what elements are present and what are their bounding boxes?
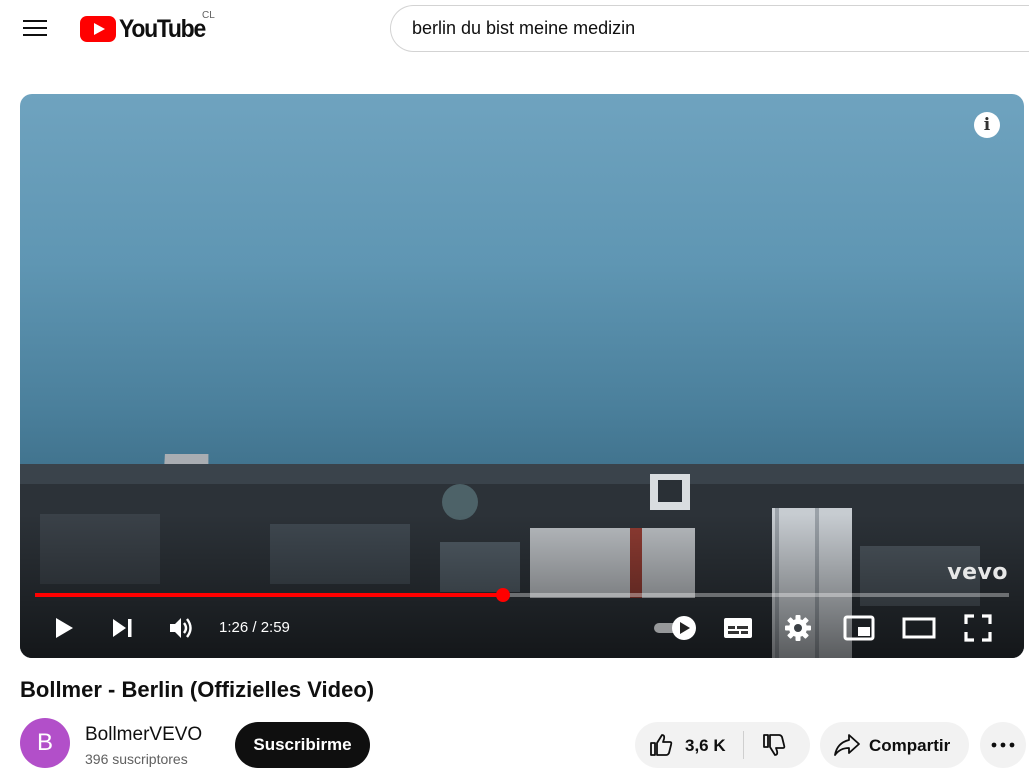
play-icon[interactable] xyxy=(52,616,76,640)
country-code: CL xyxy=(202,10,215,21)
search-box[interactable] xyxy=(390,5,1029,52)
more-actions-button[interactable] xyxy=(980,722,1026,768)
fullscreen-icon[interactable] xyxy=(964,614,992,642)
subscribe-button[interactable]: Suscribirme xyxy=(235,722,370,768)
like-count: 3,6 K xyxy=(685,736,726,755)
subtitles-icon[interactable] xyxy=(723,615,753,641)
like-dislike-divider xyxy=(743,731,744,759)
time-display: 1:26 / 2:59 xyxy=(219,619,290,636)
theater-mode-icon[interactable] xyxy=(902,616,936,640)
channel-name[interactable]: BollmerVEVO xyxy=(85,724,202,746)
youtube-play-icon xyxy=(80,16,116,42)
thumbs-up-icon[interactable] xyxy=(648,732,674,758)
menu-button[interactable] xyxy=(14,11,56,45)
more-horiz-icon xyxy=(991,742,1015,748)
share-icon[interactable] xyxy=(833,732,861,758)
channel-avatar[interactable]: B xyxy=(20,718,70,768)
logo-text: YouTube xyxy=(119,14,206,43)
video-title: Bollmer - Berlin (Offizielles Video) xyxy=(20,677,375,702)
share-label: Compartir xyxy=(869,736,951,755)
next-icon[interactable] xyxy=(111,616,135,640)
progress-bar[interactable] xyxy=(35,588,1009,602)
autoplay-toggle-icon[interactable] xyxy=(652,615,698,641)
video-player[interactable]: i vevo 1:26 / 2:59 xyxy=(20,94,1024,658)
search-input[interactable] xyxy=(412,18,1012,39)
volume-icon[interactable] xyxy=(168,615,195,641)
vevo-watermark: vevo xyxy=(947,560,1008,585)
miniplayer-icon[interactable] xyxy=(843,615,875,641)
progress-fill xyxy=(35,593,503,597)
scrubber-handle[interactable] xyxy=(495,588,510,602)
thumbs-down-icon[interactable] xyxy=(761,732,787,758)
youtube-logo[interactable]: YouTube xyxy=(80,14,212,44)
settings-icon[interactable] xyxy=(784,614,812,642)
subscriber-count: 396 suscriptores xyxy=(85,751,188,767)
info-icon[interactable]: i xyxy=(974,112,1000,138)
